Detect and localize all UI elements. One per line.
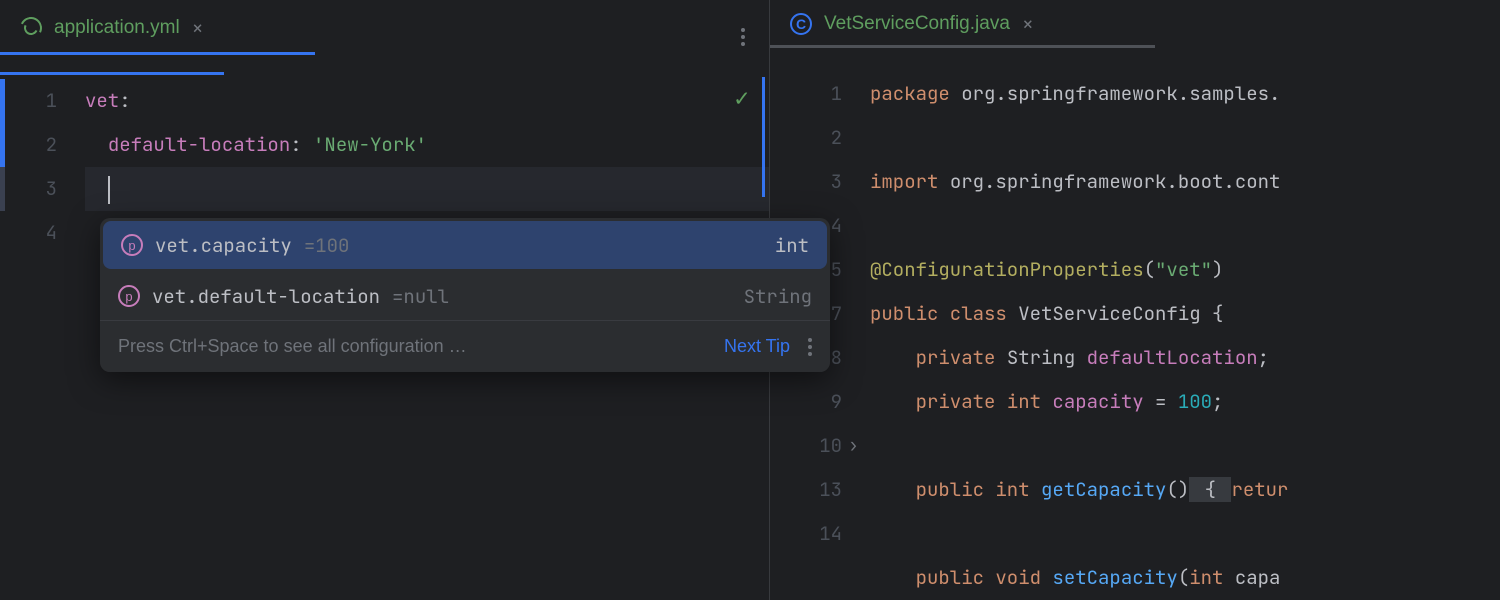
next-tip-link[interactable]: Next Tip — [724, 336, 790, 357]
code-line — [870, 424, 1500, 468]
code-line: public class VetServiceConfig { — [870, 292, 1500, 336]
change-marker — [0, 79, 5, 167]
completion-item[interactable]: p vet.default-location =null String — [100, 272, 830, 320]
code-line: @ConfigurationProperties("vet") — [870, 248, 1500, 292]
completion-type: String — [744, 284, 812, 309]
code-line: import org.springframework.boot.cont — [870, 160, 1500, 204]
java-class-icon: C — [790, 13, 812, 35]
editor-right[interactable]: 1 2 3 4 5 7 8 9 10 › 13 14 package org.s… — [770, 48, 1500, 600]
fold-chevron-icon[interactable]: › — [848, 434, 859, 457]
change-marker-dim — [0, 167, 5, 211]
text-cursor — [108, 176, 110, 204]
code-line: public int getCapacity() { retur — [870, 468, 1500, 512]
scrollbar-marker — [762, 77, 765, 197]
code-line: vet: — [85, 79, 769, 123]
line-number: 1 — [770, 72, 842, 116]
completion-name: vet.capacity — [155, 233, 292, 258]
code-line — [870, 116, 1500, 160]
line-number: 3 — [0, 167, 57, 211]
code-line: default-location: 'New-York' — [85, 123, 769, 167]
completion-value: =null — [392, 284, 449, 309]
code-line: private String defaultLocation; — [870, 336, 1500, 380]
completion-footer: Press Ctrl+Space to see all configuratio… — [100, 320, 830, 372]
line-number: 14 — [770, 512, 842, 556]
code-line — [870, 204, 1500, 248]
completion-type: int — [775, 233, 809, 258]
line-number: 4 — [0, 211, 57, 255]
line-number: 3 — [770, 160, 842, 204]
gutter-left: 1 2 3 4 — [0, 79, 85, 600]
completion-popup: p vet.capacity =100 int p vet.default-loc… — [100, 218, 830, 372]
line-number: 10 — [770, 424, 842, 468]
code-line: package org.springframework.samples. — [870, 72, 1500, 116]
line-number: 2 — [0, 123, 57, 167]
line-number: 13 — [770, 468, 842, 512]
code-line: private int capacity = 100; — [870, 380, 1500, 424]
editor-pane-right: C VetServiceConfig.java × 1 2 3 4 5 7 8 … — [770, 0, 1500, 600]
tab-more-button[interactable] — [741, 10, 745, 46]
completion-value: =100 — [304, 233, 350, 258]
code-line-current — [85, 167, 769, 211]
line-number: 9 — [770, 380, 842, 424]
property-icon: p — [118, 285, 140, 307]
code-line: public void setCapacity(int capa — [870, 556, 1500, 600]
tab-filename: application.yml — [54, 17, 180, 39]
code-line — [870, 512, 1500, 556]
property-icon: p — [121, 234, 143, 256]
completion-hint: Press Ctrl+Space to see all configuratio… — [118, 336, 467, 357]
line-number: 2 — [770, 116, 842, 160]
tab-vetserviceconfig[interactable]: C VetServiceConfig.java × — [770, 0, 1054, 48]
tabs-right: C VetServiceConfig.java × — [770, 0, 1500, 48]
kebab-icon — [741, 28, 745, 46]
completion-item[interactable]: p vet.capacity =100 int — [103, 221, 827, 269]
kebab-icon[interactable] — [808, 338, 812, 356]
tabs-left: application.yml × — [0, 0, 769, 55]
completion-name: vet.default-location — [152, 284, 380, 309]
code-right[interactable]: package org.springframework.samples. imp… — [870, 72, 1500, 600]
tab-application-yml[interactable]: application.yml × — [0, 0, 224, 55]
inspection-ok-icon[interactable]: ✓ — [735, 83, 749, 114]
tab-filename: VetServiceConfig.java — [824, 13, 1010, 35]
line-number: 1 — [0, 79, 57, 123]
editor-pane-left: application.yml × 1 2 3 4 vet: default-l… — [0, 0, 770, 600]
spring-icon — [17, 13, 45, 41]
close-icon[interactable]: × — [1022, 11, 1034, 37]
close-icon[interactable]: × — [192, 15, 204, 41]
